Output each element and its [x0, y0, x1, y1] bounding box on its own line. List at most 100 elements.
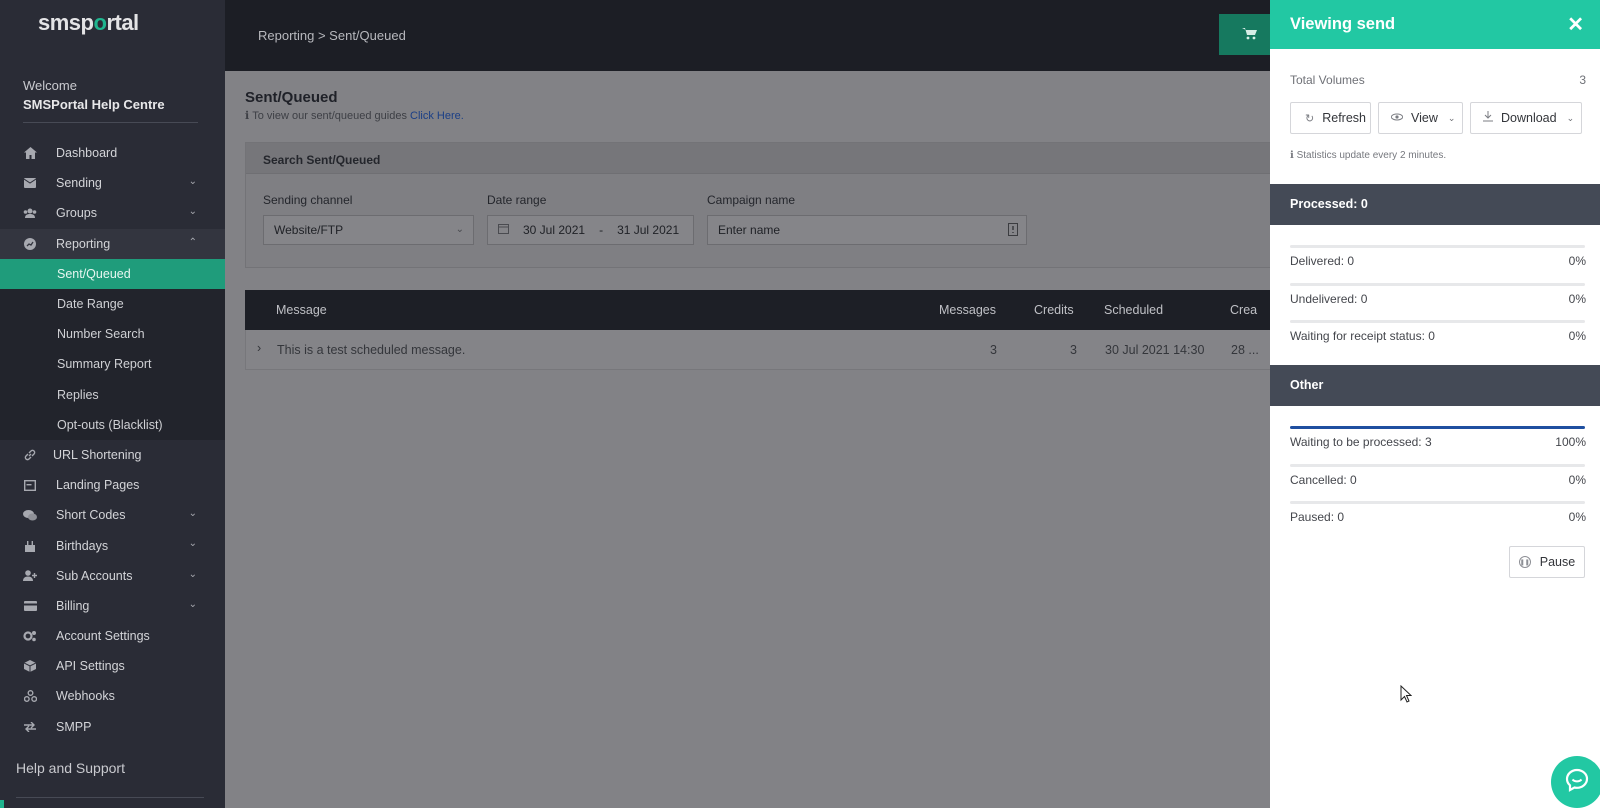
channel-select[interactable]: Website/FTP ⌄	[263, 215, 474, 245]
chevron-down-icon: ⌄	[188, 508, 197, 520]
date-range-picker[interactable]: 30 Jul 2021 - 31 Jul 2021	[487, 215, 694, 245]
chevron-down-icon: ⌄	[455, 224, 464, 235]
view-label: View	[1411, 111, 1438, 125]
submenu-opt-outs[interactable]: Opt-outs (Blacklist)	[0, 410, 225, 440]
viewing-send-panel: Viewing send ✕ Total Volumes 3 ↻ Refresh …	[1270, 0, 1600, 808]
pause-label: Pause	[1539, 555, 1576, 569]
card-icon	[23, 599, 37, 613]
panel-header: Viewing send ✕	[1270, 0, 1600, 49]
sidebar-item-short-codes[interactable]: Short Codes ⌄	[0, 500, 225, 530]
webhook-icon	[23, 689, 37, 703]
paused-label: Paused: 0	[1290, 510, 1345, 524]
user-plus-icon	[23, 569, 37, 583]
submenu-date-range[interactable]: Date Range	[0, 289, 225, 319]
chart-icon	[23, 237, 37, 251]
sidebar-item-label: Sub Accounts	[56, 568, 133, 583]
col-credits[interactable]: Credits	[1034, 303, 1074, 317]
campaign-name-input[interactable]: Enter name	[707, 215, 1027, 245]
statistics-note: ℹ Statistics update every 2 minutes.	[1290, 150, 1447, 161]
pause-icon: ❚❚	[1518, 556, 1531, 568]
download-icon	[1483, 111, 1493, 125]
sidebar-item-smpp[interactable]: SMPP	[0, 712, 225, 742]
sidebar-item-label: Groups	[56, 206, 97, 221]
col-message[interactable]: Message	[276, 303, 327, 317]
col-messages[interactable]: Messages	[939, 303, 996, 317]
sidebar-item-url-shortening[interactable]: URL Shortening	[0, 440, 225, 470]
undelivered-label: Undelivered: 0	[1290, 292, 1368, 306]
sidebar-item-label: Birthdays	[56, 538, 109, 553]
sidebar-item-billing[interactable]: Billing ⌄	[0, 591, 225, 621]
guide-link[interactable]: Click Here.	[410, 110, 464, 122]
sidebar-item-account-settings[interactable]: Account Settings	[0, 621, 225, 651]
sidebar-item-label: URL Shortening	[53, 447, 142, 462]
chevron-down-icon: ⌄	[1566, 112, 1575, 123]
waiting-receipt-label: Waiting for receipt status: 0	[1290, 329, 1435, 343]
delivered-progress	[1290, 245, 1585, 248]
waiting-processed-progress	[1290, 426, 1585, 429]
paused-progress	[1290, 501, 1585, 504]
panel-title: Viewing send	[1290, 15, 1396, 33]
sidebar-item-groups[interactable]: Groups ⌄	[0, 198, 225, 228]
col-scheduled[interactable]: Scheduled	[1104, 303, 1163, 317]
other-section-header: Other	[1270, 365, 1600, 406]
exchange-icon	[23, 720, 37, 734]
cube-icon	[23, 659, 37, 673]
cancelled-label: Cancelled: 0	[1290, 473, 1357, 487]
view-dropdown-button[interactable]: View ⌄	[1378, 102, 1463, 134]
chevron-down-icon: ⌄	[188, 598, 197, 610]
submenu-number-search[interactable]: Number Search	[0, 319, 225, 349]
reporting-submenu: Sent/Queued Date Range Number Search Sum…	[0, 258, 225, 440]
processed-section-header: Processed: 0	[1270, 184, 1600, 225]
submenu-sent-queued[interactable]: Sent/Queued	[0, 258, 225, 289]
pause-button[interactable]: ❚❚ Pause	[1509, 546, 1585, 578]
keyboard-icon	[1008, 223, 1018, 239]
users-icon	[23, 206, 37, 220]
row-scheduled: 30 Jul 2021 14:30	[1105, 343, 1205, 357]
envelope-icon	[23, 176, 37, 190]
help-and-support[interactable]: Help and Support	[16, 760, 125, 776]
live-chat-button[interactable]	[1551, 756, 1600, 808]
refresh-button[interactable]: ↻ Refresh	[1290, 102, 1371, 134]
calendar-icon	[498, 223, 509, 237]
sidebar-item-label: Webhooks	[56, 689, 115, 704]
waiting-processed-label: Waiting to be processed: 3	[1290, 435, 1432, 449]
cogs-icon	[23, 629, 37, 643]
date-from: 30 Jul 2021	[523, 223, 586, 237]
mouse-cursor-icon	[1400, 684, 1413, 708]
sidebar-divider	[16, 797, 204, 798]
download-dropdown-button[interactable]: Download ⌄	[1470, 102, 1582, 134]
smsportal-logo[interactable]: smsportal	[38, 10, 139, 36]
expand-chevron-icon[interactable]: ›	[257, 341, 261, 355]
download-label: Download	[1501, 111, 1557, 125]
link-icon	[23, 448, 37, 462]
chat-bubble-icon	[1564, 767, 1590, 798]
chevron-down-icon: ⌄	[1447, 112, 1456, 123]
chevron-down-icon: ⌄	[188, 538, 197, 550]
submenu-summary-report[interactable]: Summary Report	[0, 349, 225, 379]
sidebar-item-birthdays[interactable]: Birthdays ⌄	[0, 530, 225, 560]
sidebar-item-label: Short Codes	[56, 508, 126, 523]
refresh-label: Refresh	[1322, 111, 1366, 125]
sidebar-nav: Dashboard Sending ⌄ Groups ⌄ Reporting ⌃…	[0, 138, 225, 742]
sidebar-item-webhooks[interactable]: Webhooks	[0, 681, 225, 711]
sidebar-item-dashboard[interactable]: Dashboard	[0, 138, 225, 168]
sidebar-item-sub-accounts[interactable]: Sub Accounts ⌄	[0, 561, 225, 591]
total-volumes-label: Total Volumes	[1290, 73, 1365, 87]
sidebar-item-landing-pages[interactable]: Landing Pages	[0, 470, 225, 500]
close-icon[interactable]: ✕	[1567, 12, 1584, 37]
sidebar: smsportal Welcome SMSPortal Help Centre …	[0, 0, 225, 808]
account-name: SMSPortal Help Centre	[23, 97, 165, 112]
guide-text: ℹ To view our sent/queued guides Click H…	[245, 110, 464, 122]
sidebar-item-api-settings[interactable]: API Settings	[0, 651, 225, 681]
table-row[interactable]: › This is a test scheduled message. 3 3 …	[245, 330, 1275, 370]
sidebar-item-sending[interactable]: Sending ⌄	[0, 168, 225, 198]
chevron-down-icon: ⌄	[188, 568, 197, 580]
col-created[interactable]: Crea	[1230, 303, 1257, 317]
waiting-receipt-percent: 0%	[1568, 329, 1586, 343]
submenu-replies[interactable]: Replies	[0, 380, 225, 410]
campaign-label: Campaign name	[707, 193, 796, 207]
chevron-up-icon: ⌃	[188, 236, 197, 248]
info-icon: ℹ	[1290, 150, 1297, 161]
sidebar-item-label: Reporting	[56, 236, 111, 251]
sidebar-item-reporting[interactable]: Reporting ⌃	[0, 228, 225, 259]
